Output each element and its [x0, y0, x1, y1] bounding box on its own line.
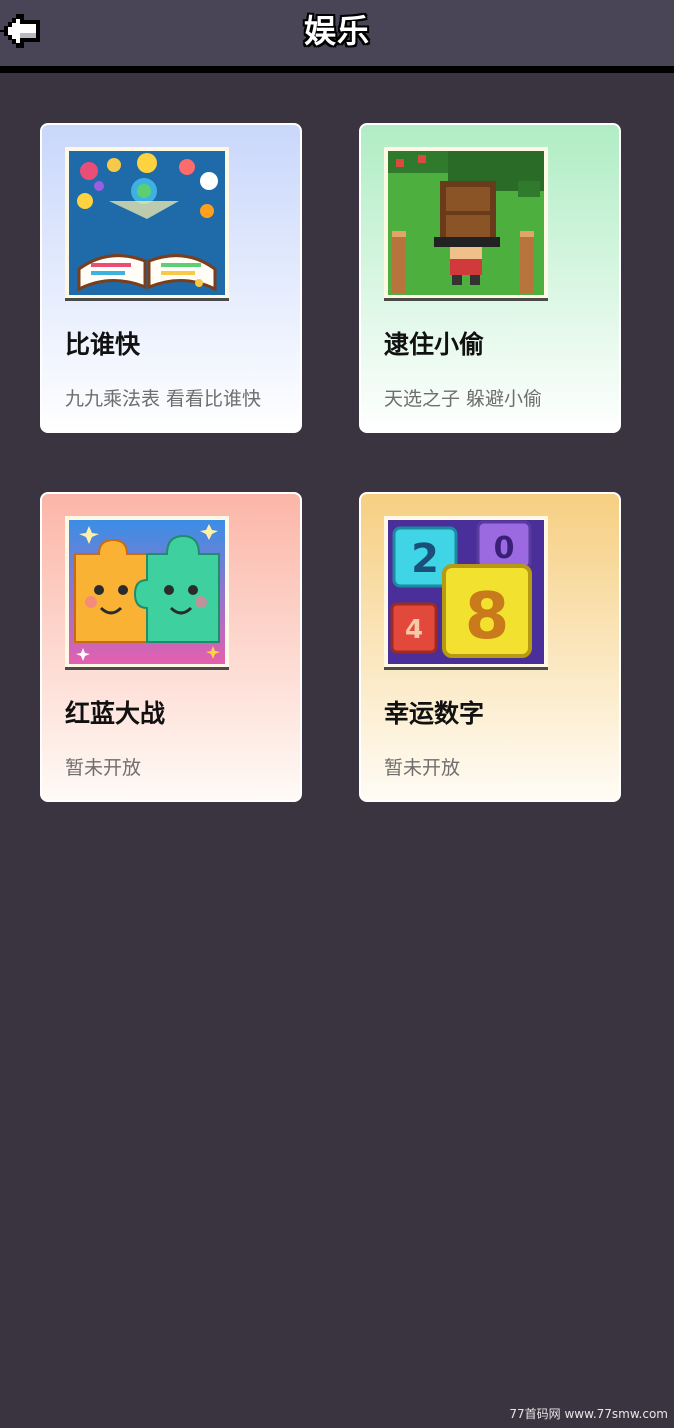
game-title: 红蓝大战	[65, 699, 166, 728]
open-book-icon	[69, 151, 225, 295]
game-card-red-blue-battle[interactable]: 红蓝大战 暂未开放	[40, 492, 302, 802]
game-description: 九九乘法表 看看比谁快	[65, 388, 262, 410]
game-thumbnail	[65, 516, 229, 670]
thumb-digit-0: 0	[494, 531, 515, 566]
number-blocks-icon: 2 0 4 8	[388, 520, 544, 664]
game-title: 比谁快	[65, 330, 141, 359]
game-description: 暂未开放	[384, 757, 461, 779]
page-title: 娱乐	[303, 12, 370, 50]
puzzle-pieces-icon	[69, 520, 225, 664]
thumb-digit-4: 4	[405, 615, 423, 645]
thumb-digit-8: 8	[465, 580, 510, 654]
pixel-thief-icon	[388, 151, 544, 295]
game-title: 幸运数字	[384, 699, 485, 728]
header-divider	[0, 64, 674, 73]
game-card-catch-thief[interactable]: 逮住小偷 天选之子 躲避小偷	[359, 123, 621, 433]
game-thumbnail	[384, 147, 548, 301]
game-thumbnail	[65, 147, 229, 301]
game-card-lucky-number[interactable]: 2 0 4 8 幸运数字 暂未开放	[359, 492, 621, 802]
game-description: 天选之子 躲避小偷	[384, 388, 543, 410]
thumb-digit-2: 2	[411, 536, 439, 582]
game-card-quick-math[interactable]: 比谁快 九九乘法表 看看比谁快	[40, 123, 302, 433]
game-thumbnail: 2 0 4 8	[384, 516, 548, 670]
game-description: 暂未开放	[65, 757, 142, 779]
watermark: 77首码网 www.77smw.com	[509, 1407, 668, 1421]
game-title: 逮住小偷	[384, 330, 485, 359]
